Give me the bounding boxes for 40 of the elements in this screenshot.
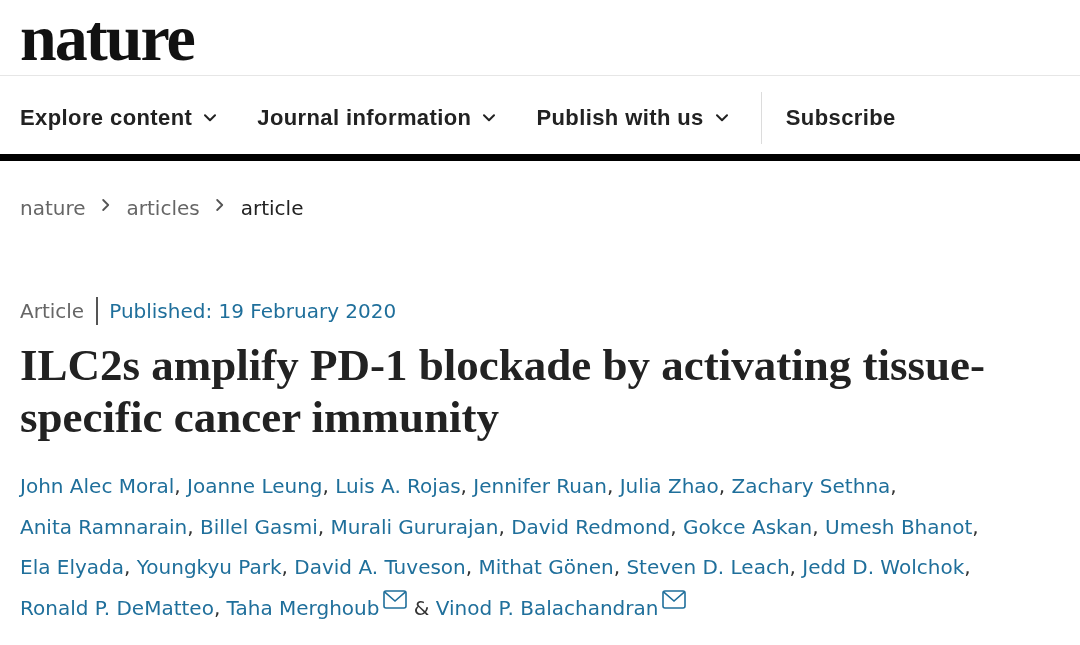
author-link[interactable]: Luis A. Rojas	[335, 474, 461, 498]
envelope-icon[interactable]	[383, 589, 408, 609]
author-link[interactable]: Mithat Gönen	[478, 555, 614, 579]
author-link[interactable]: Steven D. Leach	[626, 555, 790, 579]
author-link[interactable]: Julia Zhao	[619, 474, 719, 498]
chevron-down-icon	[204, 114, 217, 122]
chevron-down-icon	[715, 114, 728, 122]
nav-menu-button[interactable]: Publish with us	[536, 105, 728, 131]
author-list: John Alec Moral, Joanne Leung, Luis A. Rojas, Jennifer Ruan, Julia Zhao, Zachary Sethna, Anita Ramnarain, Billel Gasmi, Murali Gururajan, David Redmond, Gokce Askan, Umesh Bhanot, Ela Elyada, Youngkyu Park, David A. Tuveson, Mithat Gönen, Steven D. Leach, Jedd D. Wolchok, Ronald P. DeMatteo, Taha Merghoub & Vinod P. Balachandran	[0, 466, 1080, 628]
author-link[interactable]: Taha Merghoub	[226, 595, 380, 620]
site-logo[interactable]: nature	[20, 5, 194, 71]
author-link[interactable]: Jedd D. Wolchok	[802, 555, 965, 579]
author-link[interactable]: Ela Elyada	[20, 555, 125, 579]
breadcrumb-item[interactable]: nature	[20, 194, 86, 222]
nav-link[interactable]: Subscribe	[785, 105, 896, 131]
author-link[interactable]: Murali Gururajan	[330, 514, 499, 539]
author-link[interactable]: Billel Gasmi	[199, 514, 318, 539]
article-type: Article	[20, 298, 85, 325]
author-link[interactable]: Jennifer Ruan	[473, 474, 607, 498]
breadcrumb-item: article	[240, 195, 304, 222]
article-title: ILC2s amplify PD-1 blockade by activating tissue-specific cancer immunity	[19, 339, 987, 443]
author-link[interactable]: Youngkyu Park	[136, 555, 282, 579]
nav-menu-button[interactable]: Explore content	[20, 105, 217, 131]
author-link[interactable]: David Redmond	[511, 514, 671, 539]
author-link[interactable]: Gokce Askan	[683, 514, 813, 539]
nav-menu-button[interactable]: Journal information	[257, 105, 496, 131]
author-link[interactable]: Anita Ramnarain	[20, 514, 188, 539]
envelope-icon[interactable]	[662, 589, 687, 609]
author-link[interactable]: Joanne Leung	[187, 474, 323, 498]
published-date: Published: 19 February 2020	[109, 298, 397, 325]
author-link[interactable]: Umesh Bhanot	[825, 514, 973, 539]
chevron-down-icon	[483, 114, 496, 122]
author-link[interactable]: John Alec Moral	[20, 474, 175, 498]
chevron-right-icon	[215, 199, 224, 211]
author-link[interactable]: David A. Tuveson	[294, 555, 466, 579]
author-link[interactable]: Zachary Sethna	[731, 474, 891, 498]
author-link[interactable]: Vinod P. Balachandran	[435, 595, 659, 620]
chevron-right-icon	[101, 199, 110, 211]
author-link[interactable]: Ronald P. DeMatteo	[20, 595, 214, 620]
breadcrumb-item[interactable]: articles	[126, 194, 200, 222]
